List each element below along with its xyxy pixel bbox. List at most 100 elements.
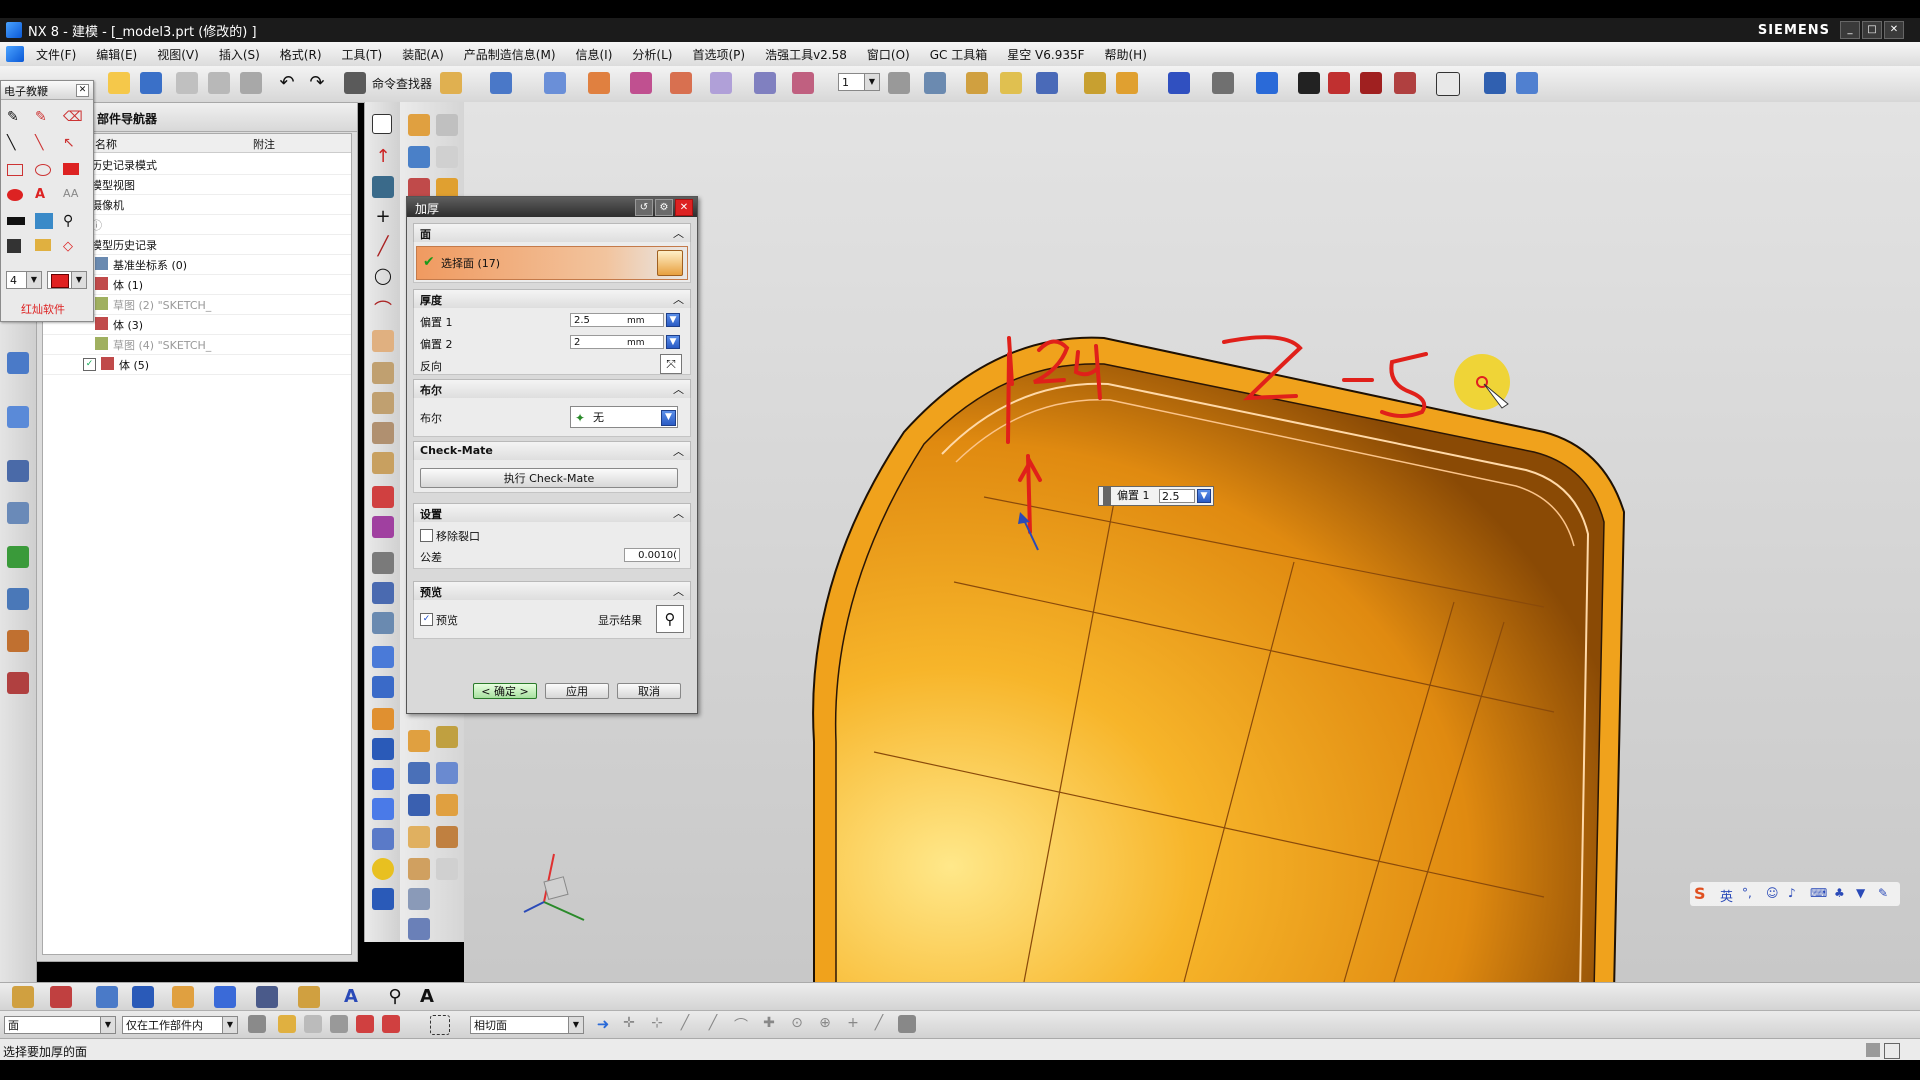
fullscreen-icon[interactable] <box>1884 1043 1900 1059</box>
close-window-button[interactable]: ✕ <box>1884 21 1904 39</box>
sketch-icon[interactable] <box>372 114 392 134</box>
reuse-library-icon[interactable] <box>7 546 29 568</box>
close-icon[interactable]: ✕ <box>76 84 89 97</box>
text-icon[interactable]: A <box>35 187 53 203</box>
pen-size-select[interactable]: 4 ▼ <box>6 271 42 289</box>
undo-icon[interactable]: ↶ <box>276 72 298 94</box>
replace-face-icon[interactable] <box>408 762 430 784</box>
menu-item-3[interactable]: 插入(S) <box>209 46 270 63</box>
tree-item-sketch-4[interactable]: 草图 (4) "SKETCH_ <box>43 334 351 355</box>
copy-face-icon[interactable] <box>408 826 430 848</box>
patch-icon[interactable] <box>408 918 430 940</box>
tree-item-body-5[interactable]: ✓ 体 (5) <box>43 354 351 375</box>
show-hide-icon[interactable] <box>1036 72 1058 94</box>
snap-intersection-icon[interactable]: ✚ <box>760 1015 778 1033</box>
offset-curve-icon[interactable] <box>372 452 394 474</box>
select-icon[interactable] <box>490 72 512 94</box>
ime-skin-icon[interactable]: ♣ <box>1834 886 1845 900</box>
surface-finish-icon[interactable] <box>214 986 236 1008</box>
block-icon[interactable] <box>372 768 394 790</box>
search-icon[interactable]: ⚲ <box>384 986 406 1008</box>
pad-icon[interactable] <box>372 738 394 760</box>
drag-handle[interactable] <box>1103 487 1111 505</box>
gear-icon[interactable]: ⚙ <box>655 199 673 216</box>
snap-point-icon[interactable]: + <box>844 1015 862 1033</box>
column-name[interactable]: 名称 <box>95 136 117 152</box>
select-face-row[interactable]: ✔ 选择面 (17) <box>416 246 688 280</box>
lasso-icon[interactable] <box>330 1015 348 1033</box>
sweep-icon[interactable] <box>372 392 394 414</box>
offset1-spin-icon[interactable]: ▼ <box>666 313 680 327</box>
filled-ellipse-icon[interactable] <box>7 189 23 201</box>
callout-value-field[interactable]: 2.5 <box>1159 489 1195 503</box>
menu-item-1[interactable]: 编辑(E) <box>86 46 147 63</box>
fit-icon[interactable] <box>792 72 814 94</box>
callout-spin-icon[interactable]: ▼ <box>1197 489 1211 503</box>
cone-icon[interactable] <box>372 828 394 850</box>
minimize-button[interactable]: _ <box>1840 21 1860 39</box>
system-materials-icon[interactable] <box>7 672 29 694</box>
web-browser-icon[interactable] <box>7 588 29 610</box>
ruler-icon[interactable] <box>1084 72 1106 94</box>
snap-tangent-icon[interactable]: ⌒ <box>732 1015 750 1034</box>
paste-icon[interactable] <box>240 72 262 94</box>
assembly-navigator-icon[interactable] <box>7 352 29 374</box>
menu-item-5[interactable]: 工具(T) <box>332 46 393 63</box>
menu-item-6[interactable]: 装配(A) <box>392 46 454 63</box>
show-result-magnifier-icon[interactable]: ⚲ <box>656 605 684 633</box>
arc-icon[interactable]: ⌒ <box>372 296 394 321</box>
resize-face-icon[interactable] <box>436 762 458 784</box>
screen-icon[interactable] <box>35 213 53 229</box>
color-bar-icon[interactable] <box>7 217 25 225</box>
analysis-icon[interactable] <box>1000 72 1022 94</box>
face-selection-icon[interactable] <box>657 250 683 276</box>
offset2-spin-icon[interactable]: ▼ <box>666 335 680 349</box>
command-finder-label[interactable]: 命令查找器 <box>372 75 432 92</box>
measure-icon[interactable] <box>966 72 988 94</box>
layer-settings-icon[interactable] <box>888 72 910 94</box>
wcs-icon[interactable] <box>924 72 946 94</box>
sketch-tools-icon[interactable] <box>12 986 34 1008</box>
menu-item-7[interactable]: 产品制造信息(M) <box>454 46 566 63</box>
sphere-icon[interactable] <box>1298 72 1320 94</box>
command-finder-icon[interactable] <box>344 72 366 94</box>
crosshatch-icon[interactable] <box>298 986 320 1008</box>
feature-select-icon[interactable] <box>356 1015 374 1033</box>
reverse-direction-icon[interactable]: ⤧ <box>660 354 682 374</box>
shading-icon[interactable] <box>1212 72 1234 94</box>
import-icon[interactable] <box>1516 72 1538 94</box>
redo-icon[interactable]: ↷ <box>306 72 328 94</box>
pmi-icon[interactable] <box>96 986 118 1008</box>
section-boolean-header[interactable]: 布尔 ︿ <box>413 379 691 399</box>
deselect-icon[interactable] <box>304 1015 322 1033</box>
section-face-header[interactable]: 面 ︿ <box>413 223 691 243</box>
faces-icon[interactable] <box>1360 72 1382 94</box>
ime-toolbar[interactable]: S 英 °, ☺ ♪ ⌨ ♣ ▼ ✎ <box>1690 882 1900 906</box>
ime-language[interactable]: 英 <box>1720 886 1733 905</box>
rectangle-select-icon[interactable] <box>430 1015 450 1035</box>
offset1-field[interactable]: 2.5 mm <box>570 313 664 327</box>
boss-icon[interactable] <box>372 708 394 730</box>
chamfer-icon[interactable] <box>436 114 458 136</box>
ok-button[interactable]: < 确定 > <box>473 683 537 699</box>
body-select-icon[interactable] <box>382 1015 400 1033</box>
face-rule-select[interactable]: 相切面 ▼ <box>470 1016 584 1034</box>
offset-callout[interactable]: 偏置 1 2.5 ▼ <box>1098 486 1214 506</box>
point-icon[interactable]: + <box>372 206 394 228</box>
section-preview-header[interactable]: 预览 ︿ <box>413 581 691 601</box>
arrow-up-icon[interactable]: ↑ <box>372 146 394 168</box>
line-icon[interactable]: ╲ <box>7 135 25 151</box>
ime-shirt-icon[interactable]: ▼ <box>1856 886 1865 900</box>
mesh-icon[interactable] <box>372 582 394 604</box>
menu-item-15[interactable]: 帮助(H) <box>1095 46 1157 63</box>
trim-body-icon[interactable] <box>436 858 458 880</box>
menu-item-0[interactable]: 文件(F) <box>26 46 86 63</box>
pan-icon[interactable] <box>754 72 776 94</box>
arrow-right-icon[interactable]: ➜ <box>594 1015 612 1033</box>
ime-punctuation-icon[interactable]: °, <box>1742 886 1752 900</box>
menu-item-10[interactable]: 首选项(P) <box>682 46 755 63</box>
view-orient-icon[interactable] <box>544 72 566 94</box>
pencil-icon[interactable] <box>1116 72 1138 94</box>
eraser-icon[interactable]: ⌫ <box>63 109 83 125</box>
shell-icon[interactable] <box>372 646 394 668</box>
